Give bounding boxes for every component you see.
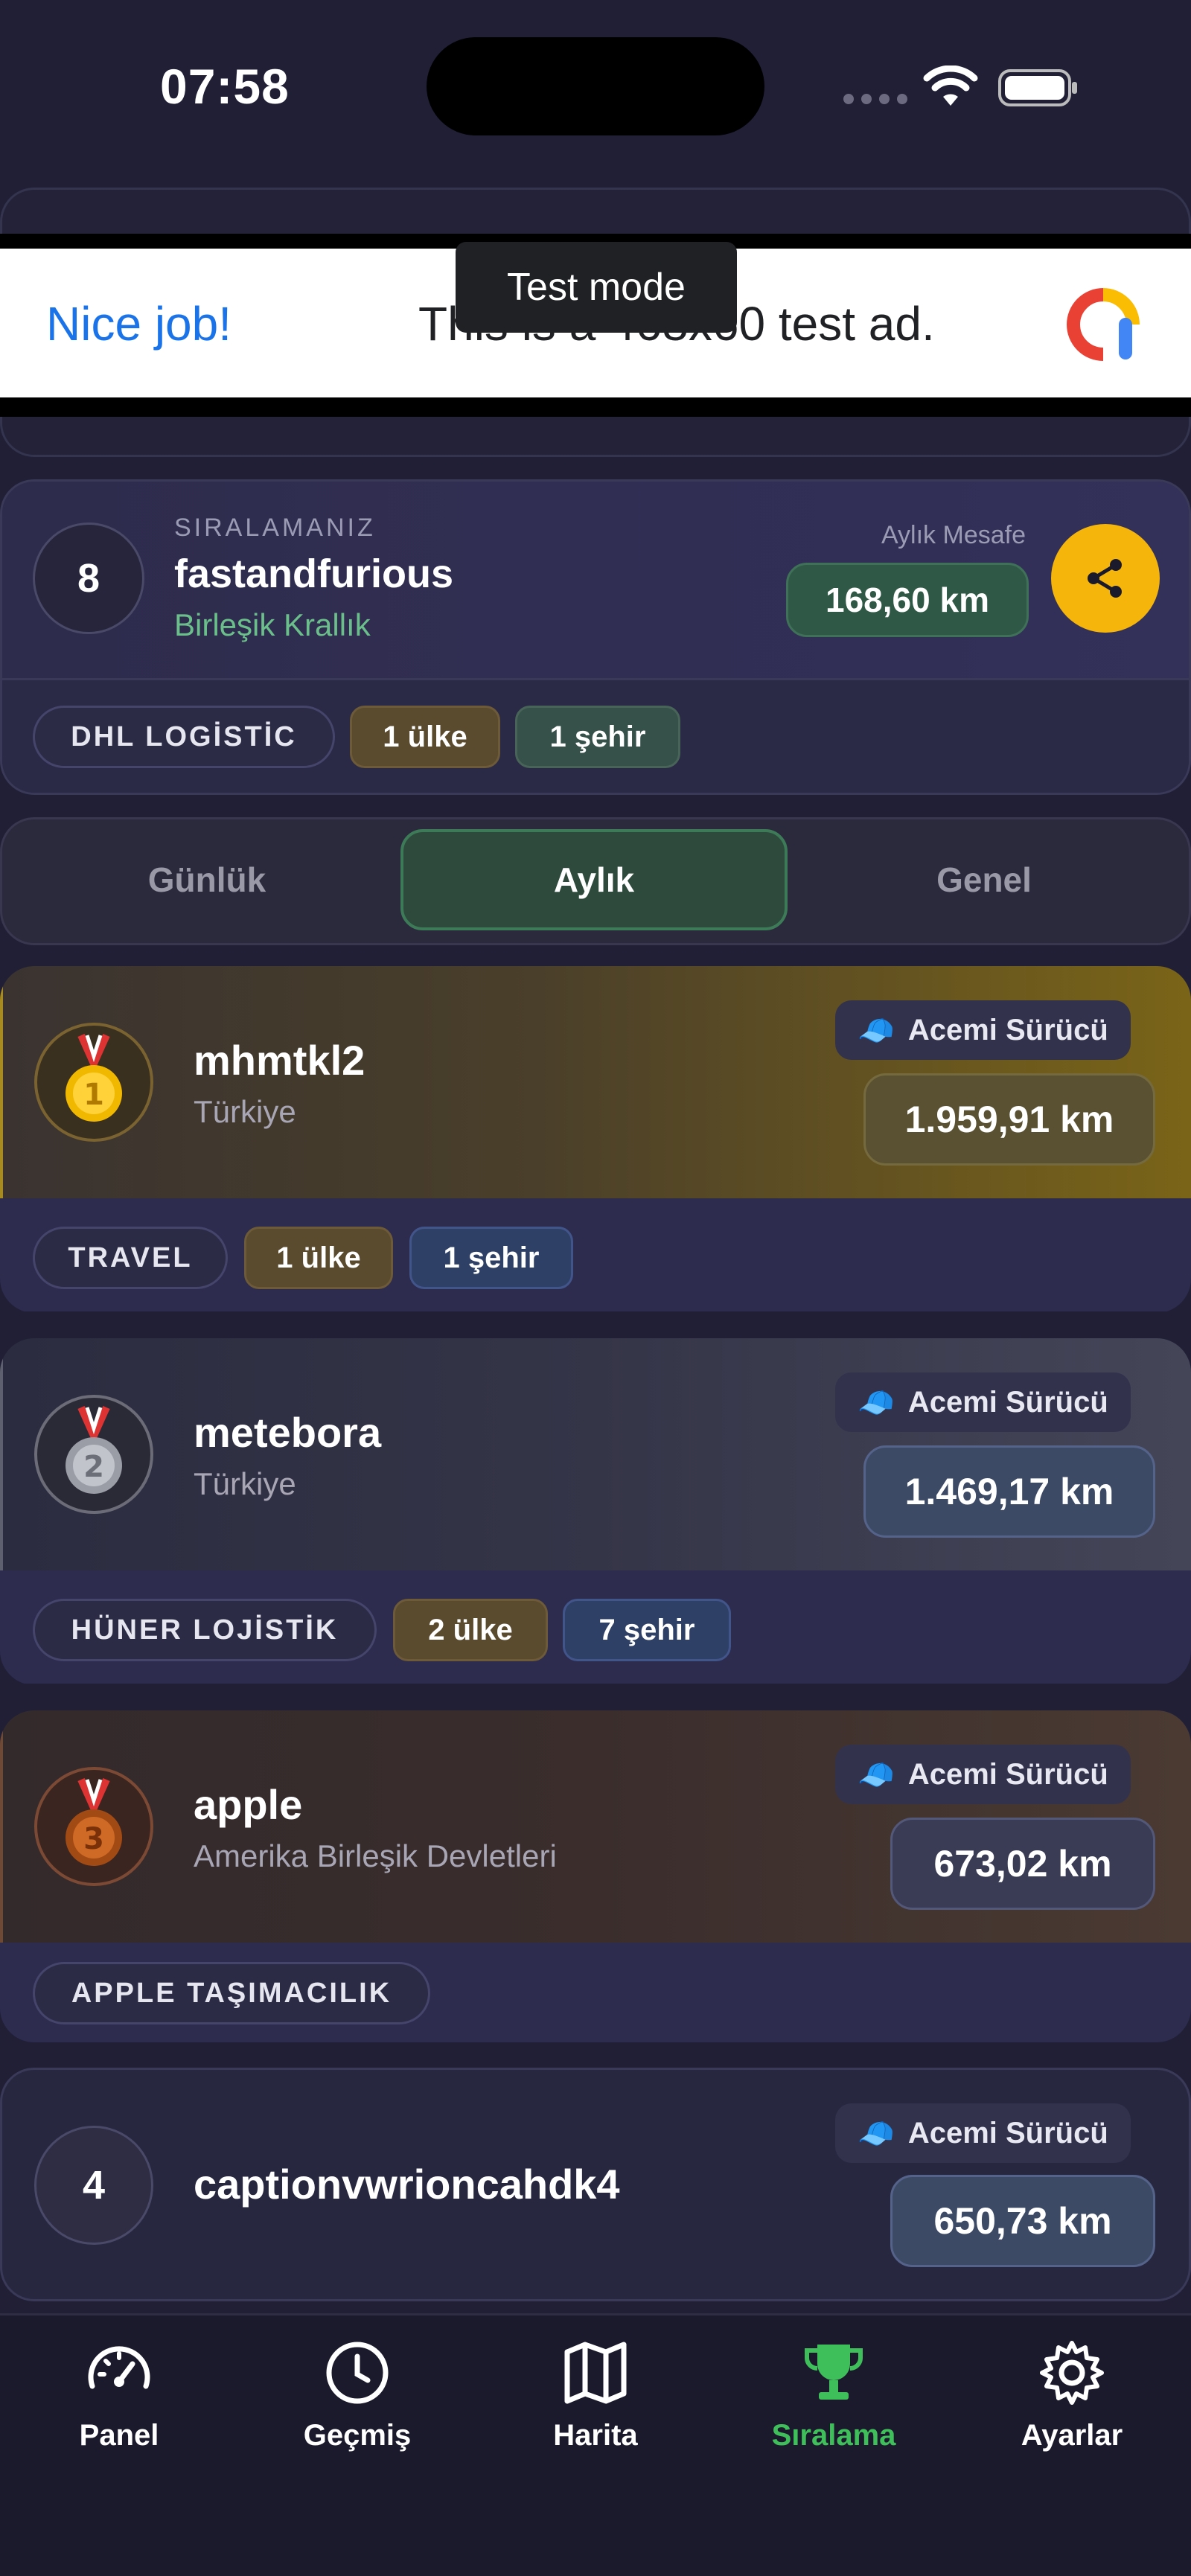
leader-cities-chip: 1 şehir (409, 1227, 573, 1289)
my-countries-chip: 1 ülke (350, 706, 500, 768)
nav-label: Geçmiş (303, 2419, 412, 2452)
bronze-medal-icon: 3 (34, 1767, 153, 1886)
leader-countries-chip: 2 ülke (393, 1599, 548, 1661)
driver-level-badge: 🧢 Acemi Sürücü (835, 2103, 1131, 2163)
my-username: fastandfurious (174, 552, 454, 596)
nav-ranking[interactable]: Sıralama (715, 2337, 953, 2452)
cap-icon: 🧢 (858, 1386, 895, 1419)
leader-company-chip: APPLE TAŞIMACILIK (33, 1962, 430, 2024)
nav-label: Panel (79, 2419, 159, 2452)
gear-icon (1040, 2341, 1104, 2405)
battery-icon (998, 69, 1077, 106)
nav-history[interactable]: Geçmiş (238, 2337, 476, 2452)
driver-level-badge: 🧢 Acemi Sürücü (835, 1000, 1131, 1060)
monthly-distance-value: 168,60 km (786, 563, 1029, 637)
leader-username: mhmtkl2 (194, 1037, 365, 1084)
leader-distance: 650,73 km (890, 2175, 1155, 2267)
my-cities-chip: 1 şehir (515, 706, 680, 768)
gold-medal-icon: 1 (34, 1023, 153, 1142)
nav-label: Sıralama (771, 2419, 896, 2452)
nav-map[interactable]: Harita (476, 2337, 715, 2452)
leader-username: captionvwrioncahdk4 (194, 2161, 620, 2208)
test-mode-tooltip: Test mode (456, 242, 737, 333)
my-country: Birleşik Krallık (174, 607, 371, 642)
dynamic-island (427, 37, 764, 135)
rank-number-badge: 4 (34, 2126, 153, 2245)
nav-panel[interactable]: Panel (0, 2337, 238, 2452)
driver-level-badge: 🧢 Acemi Sürücü (835, 1745, 1131, 1804)
cap-icon: 🧢 (858, 1014, 895, 1047)
driver-level-badge: 🧢 Acemi Sürücü (835, 1372, 1131, 1432)
clock-icon (326, 2342, 389, 2404)
nav-settings[interactable]: Ayarlar (953, 2337, 1191, 2452)
svg-text:1: 1 (83, 1078, 104, 1112)
nav-label: Harita (553, 2419, 638, 2452)
speedometer-icon (88, 2346, 150, 2389)
ad-headline: Nice job! (46, 297, 232, 351)
monthly-distance-label: Aylık Mesafe (881, 521, 1026, 549)
share-button[interactable] (1051, 524, 1160, 633)
tab-overall[interactable]: Genel (791, 829, 1178, 930)
svg-text:3: 3 (83, 1822, 104, 1856)
my-rank-badge: 8 (33, 522, 144, 634)
trophy-icon (805, 2345, 863, 2400)
my-company-chip: DHL LOGİSTİC (33, 706, 335, 768)
status-time: 07:58 (160, 59, 290, 114)
tab-monthly[interactable]: Aylık (400, 829, 788, 930)
leader-username: apple (194, 1781, 303, 1828)
svg-text:2: 2 (83, 1450, 104, 1484)
leader-cities-chip: 7 şehir (563, 1599, 731, 1661)
wifi-icon (923, 65, 978, 106)
ad-logo-icon (1067, 288, 1140, 361)
nav-label: Ayarlar (1021, 2419, 1123, 2452)
leader-company-chip: TRAVEL (33, 1227, 228, 1289)
leader-distance: 1.959,91 km (863, 1073, 1155, 1166)
leader-distance: 673,02 km (890, 1818, 1155, 1910)
leader-username: metebora (194, 1409, 382, 1456)
leader-country: Amerika Birleşik Devletleri (194, 1838, 557, 1873)
silver-medal-icon: 2 (34, 1395, 153, 1514)
share-icon (1088, 559, 1122, 598)
leader-company-chip: HÜNER LOJİSTİK (33, 1599, 377, 1661)
map-icon (564, 2342, 627, 2404)
leader-countries-chip: 1 ülke (244, 1227, 393, 1289)
tab-daily[interactable]: Günlük (13, 829, 400, 930)
leader-distance: 1.469,17 km (863, 1445, 1155, 1538)
leader-country: Türkiye (194, 1094, 296, 1129)
cap-icon: 🧢 (858, 1758, 895, 1792)
signal-dots-icon (843, 94, 907, 104)
my-rank-label: SIRALAMANIZ (174, 514, 376, 542)
leader-country: Türkiye (194, 1466, 296, 1501)
cap-icon: 🧢 (858, 2117, 895, 2150)
